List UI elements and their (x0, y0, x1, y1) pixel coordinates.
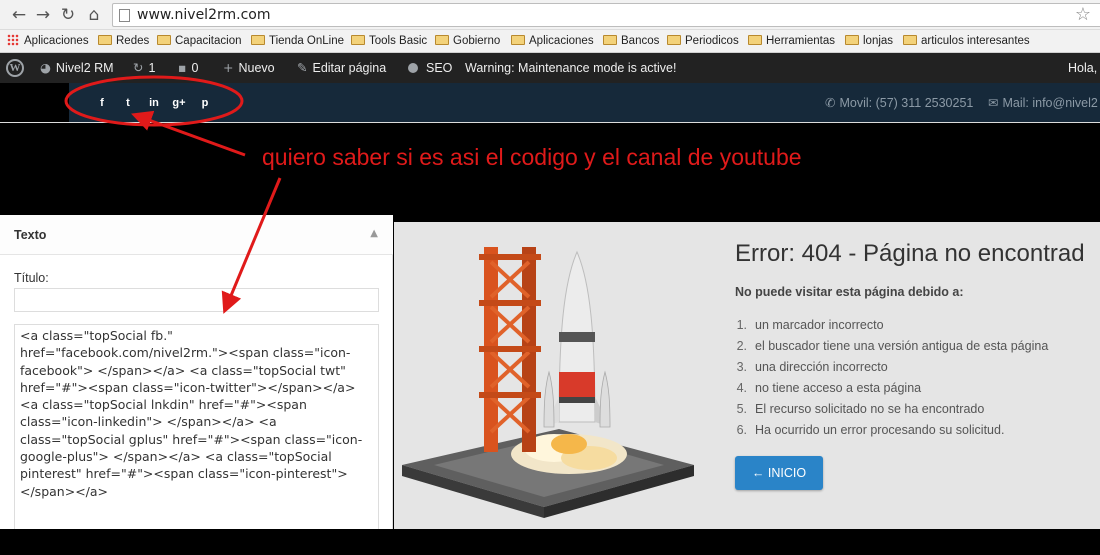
forward-arrow-icon[interactable]: → (32, 4, 54, 26)
error-title: Error: 404 - Página no encontrad (735, 240, 1085, 267)
bookmark-periodicos[interactable]: Periodicos (667, 33, 739, 50)
widget-content-textarea[interactable]: <a class="topSocial fb." href="facebook.… (14, 324, 379, 534)
google-plus-icon[interactable]: g+ (172, 96, 186, 110)
mail-icon: ✉ (988, 95, 999, 110)
bookmark-tools-basic[interactable]: Tools Basic (351, 33, 427, 50)
bookmark-redes[interactable]: Redes (98, 33, 149, 50)
reload-icon[interactable]: ↻ (57, 4, 79, 26)
seo-status-icon (408, 63, 418, 73)
maintenance-warning[interactable]: Warning: Maintenance mode is active! (465, 60, 676, 76)
folder-icon (748, 35, 762, 45)
bookmark-bancos[interactable]: Bancos (603, 33, 659, 50)
bookmark-star-icon[interactable]: ☆ (1075, 4, 1091, 25)
bookmark-lonjas[interactable]: lonjas (845, 33, 893, 50)
adminbar-site[interactable]: ◕ Nivel2 RM (40, 60, 114, 76)
pencil-icon: ✎ (297, 60, 308, 75)
address-bar[interactable]: www.nivel2rm.com ☆ (112, 3, 1100, 27)
wordpress-logo-icon[interactable]: W (6, 59, 24, 77)
error-subtitle: No puede visitar esta página debido a: (735, 285, 964, 299)
browser-toolbar: ← → ↻ ⌂ www.nivel2rm.com ☆ (0, 0, 1100, 30)
bookmark-articulos-interesantes[interactable]: articulos interesantes (903, 33, 1030, 50)
widget-title: Texto (14, 228, 47, 242)
bookmarks-bar: Aplicaciones Redes Capacitacion Tienda O… (0, 30, 1100, 53)
folder-icon (251, 35, 265, 45)
contact-mail[interactable]: ✉ Mail: info@nivel2 (988, 95, 1098, 110)
linkedin-icon[interactable]: in (147, 96, 161, 110)
annotation-text: quiero saber si es asi el codigo y el ca… (262, 144, 802, 170)
folder-icon (511, 35, 525, 45)
list-item: 2. el buscador tiene una versión antigua … (736, 339, 1049, 353)
list-item: 3. una dirección incorrecto (736, 360, 888, 374)
rocket-launch-illustration (402, 247, 694, 518)
folder-icon (603, 35, 617, 45)
title-field-label: Título: (14, 271, 49, 285)
bookmark-gobierno[interactable]: Gobierno (435, 33, 500, 50)
adminbar-greeting[interactable]: Hola, (1068, 60, 1097, 76)
wp-admin-bar: W ◕ Nivel2 RM ↻ 1 ▪ 0 + Nuevo ✎ Editar página… (0, 53, 1100, 83)
adminbar-seo[interactable]: SEO (408, 60, 452, 76)
folder-icon (157, 35, 171, 45)
home-icon[interactable]: ⌂ (83, 4, 105, 26)
bottom-bar (0, 529, 1100, 555)
comment-icon: ▪ (178, 60, 187, 75)
page-icon (119, 9, 130, 22)
screenshot-root: { "browser": { "url": "www.nivel2rm.com"… (0, 0, 1100, 555)
list-item: 5. El recurso solicitado no se ha encontr… (736, 402, 985, 416)
folder-icon (435, 35, 449, 45)
folder-icon (903, 35, 917, 45)
contact-phone: ✆ Movil: (57) 311 2530251 (825, 95, 974, 110)
adminbar-edit-page[interactable]: ✎ Editar página (297, 60, 386, 76)
apps-grid-icon (7, 34, 19, 46)
adminbar-comments[interactable]: ▪ 0 (178, 60, 198, 76)
widget-header[interactable]: Texto ▲ (0, 215, 393, 255)
bookmark-capacitacion[interactable]: Capacitacion (157, 33, 241, 50)
folder-icon (667, 35, 681, 45)
pinterest-icon[interactable]: p (198, 96, 212, 110)
bookmark-aplicaciones-folder[interactable]: Aplicaciones (511, 33, 594, 50)
list-item: 1. un marcador incorrecto (736, 318, 884, 332)
updates-icon: ↻ (133, 60, 144, 75)
phone-icon: ✆ (825, 95, 836, 110)
plus-icon: + (223, 60, 234, 75)
site-header: f t in g+ p ✆ Movil: (57) 311 2530251 ✉ Ma… (69, 83, 1100, 122)
header-divider (0, 122, 1100, 123)
error-404-section: Error: 404 - Página no encontrad No pued… (394, 222, 1100, 529)
text-widget-panel: Texto ▲ Título: <a class="topSocial fb."… (0, 215, 393, 534)
adminbar-new[interactable]: + Nuevo (223, 60, 275, 76)
error-reasons-list: 1. un marcador incorrecto 2. el buscador t… (729, 318, 1049, 444)
twitter-icon[interactable]: t (121, 96, 135, 110)
list-item: 6. Ha ocurrido un error procesando su sol… (736, 423, 1005, 437)
folder-icon (351, 35, 365, 45)
url-text[interactable]: www.nivel2rm.com (137, 7, 270, 23)
inicio-button[interactable]: ← INICIO (735, 456, 823, 490)
adminbar-updates[interactable]: ↻ 1 (133, 60, 155, 76)
dashboard-icon: ◕ (40, 60, 51, 75)
list-item: 4. no tiene acceso a esta página (736, 381, 922, 395)
bookmark-herramientas[interactable]: Herramientas (748, 33, 835, 50)
facebook-icon[interactable]: f (95, 96, 109, 110)
bookmark-tienda-online[interactable]: Tienda OnLine (251, 33, 344, 50)
folder-icon (845, 35, 859, 45)
collapse-arrow-icon[interactable]: ▲ (370, 228, 378, 239)
back-arrow-icon[interactable]: ← (8, 4, 30, 26)
folder-icon (98, 35, 112, 45)
bookmark-aplicaciones-apps[interactable]: Aplicaciones (7, 33, 89, 50)
title-input[interactable] (14, 288, 379, 312)
